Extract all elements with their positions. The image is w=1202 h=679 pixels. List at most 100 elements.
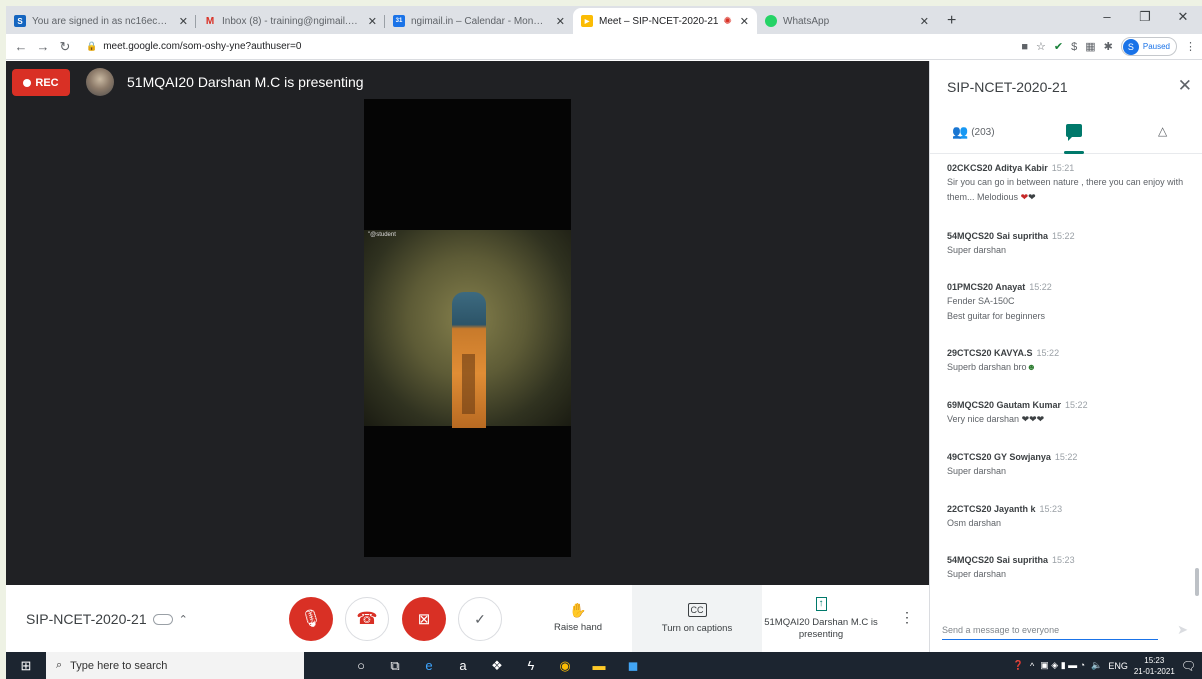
hand-icon: ✋ [569, 601, 587, 618]
maximize-button[interactable]: ❐ [1126, 6, 1164, 28]
minimize-button[interactable]: – [1088, 6, 1126, 28]
clock[interactable]: 15:23 21-01-2021 [1134, 655, 1175, 677]
chat-message: 54MQCS20 Sai supritha 15:22 Super darshan [947, 231, 1187, 258]
camera-off-button[interactable]: ⊠ [402, 597, 446, 641]
captions-button[interactable]: CC Turn on captions [632, 585, 762, 652]
send-icon[interactable]: ➤ [1177, 622, 1188, 638]
windows-start-icon[interactable]: ⊞ [6, 658, 46, 674]
message-sender: 54MQCS20 Sai supritha 15:22 [947, 231, 1075, 241]
lock-icon: 🔒 [86, 41, 98, 51]
edge-icon[interactable]: e [412, 652, 446, 679]
raise-hand-button[interactable]: ✋ Raise hand [534, 585, 622, 652]
file-explorer-icon[interactable]: ▬ [582, 652, 616, 679]
notifications-icon[interactable]: 🗨 [1181, 659, 1196, 673]
meeting-details[interactable]: SIP-NCET-2020-21 ⌃ [26, 611, 188, 627]
video-frame: "@student [364, 230, 571, 428]
chat-message: 29CTCS20 KAVYA.S 15:22 Superb darshan bro… [947, 348, 1187, 375]
chat-message: 22CTCS20 Jayanth k 15:23 Osm darshan [947, 504, 1187, 531]
chevron-up-icon: ⌃ [178, 613, 188, 626]
check-extension-icon[interactable]: ✔ [1054, 40, 1063, 53]
checkmark-button[interactable]: ✓ [458, 597, 502, 641]
message-text: Sir you can go in between nature , there… [947, 177, 1184, 202]
close-icon[interactable]: ✕ [920, 15, 929, 28]
language-indicator[interactable]: ENG [1108, 661, 1128, 671]
new-tab-button[interactable]: + [937, 8, 966, 34]
tab-gmail[interactable]: M Inbox (8) - training@ngimail.in - ✕ [196, 8, 385, 34]
check-icon: ✓ [474, 610, 486, 627]
tab-signed-in[interactable]: S You are signed in as nc16ec001 ✕ [6, 8, 196, 34]
tab-meet[interactable]: ▶ Meet – SIP-NCET-2020-21 ✺ ✕ [573, 8, 757, 34]
chat-messages: 02CKCS20 Aditya Kabir 15:21 Sir you can g… [930, 155, 1193, 600]
star-icon[interactable]: ☆ [1036, 40, 1046, 53]
chat-message: 01PMCS20 Anayat 15:22 Fender SA-150C Best… [947, 282, 1187, 324]
tab-calendar[interactable]: 31 ngimail.in – Calendar - Monday, ✕ [385, 8, 573, 34]
present-icon: ↑ [815, 596, 827, 611]
taskbar-search[interactable]: ⌕ Type here to search [46, 652, 304, 679]
tray-icons[interactable]: ▣ ◈ ▮ ▬ ◔ [1040, 660, 1085, 671]
back-button[interactable]: ← [10, 39, 32, 54]
close-icon[interactable]: ✕ [556, 15, 565, 28]
system-tray: ❓ ^ ▣ ◈ ▮ ▬ ◔ 🔈 ENG 15:23 21-01-2021 🗨 [1013, 652, 1202, 679]
tab-title: WhatsApp [783, 15, 830, 27]
cortana-icon[interactable]: ○ [344, 652, 378, 679]
close-icon[interactable]: ✕ [1178, 76, 1192, 96]
desktop: S You are signed in as nc16ec001 ✕ M Inb… [6, 6, 1202, 679]
chevron-up-icon[interactable]: ^ [1030, 661, 1034, 671]
close-icon[interactable]: ✕ [179, 15, 188, 28]
address-bar[interactable]: 🔒 meet.google.com/som-oshy-yne?authuser=… [86, 41, 301, 52]
profile-button[interactable]: S Paused [1120, 37, 1177, 56]
rec-label: REC [35, 76, 59, 89]
hangup-icon: ☎ [356, 609, 378, 628]
extension-icon[interactable]: $ [1071, 41, 1077, 53]
meeting-name: SIP-NCET-2020-21 [26, 611, 147, 627]
task-view-icon[interactable]: ⧉ [378, 652, 412, 679]
more-options-icon[interactable]: ⋮ [900, 609, 914, 626]
reload-button[interactable]: ↻ [54, 39, 76, 55]
tab-whatsapp[interactable]: WhatsApp ✕ [757, 8, 937, 34]
tab-chat[interactable] [1066, 124, 1082, 141]
chat-scrollbar[interactable] [1195, 568, 1199, 596]
outlook-icon[interactable]: ◼ [616, 652, 650, 679]
rec-badge: REC [12, 69, 70, 96]
message-time: 15:21 [1051, 163, 1075, 173]
message-text: Super darshan [947, 466, 1007, 476]
clock-date: 21-01-2021 [1133, 666, 1175, 676]
winamp-icon[interactable]: ϟ [514, 652, 548, 679]
recording-icon: ✺ [723, 15, 732, 27]
video-caption: "@student [368, 232, 396, 238]
presenting-button[interactable]: ↑ 51MQAI20 Darshan M.C is presenting [760, 585, 882, 652]
volume-icon[interactable]: 🔈 [1091, 660, 1102, 671]
leave-call-button[interactable]: ☎ [345, 597, 389, 641]
whatsapp-icon [765, 15, 777, 27]
tab-title: Meet – SIP-NCET-2020-21 [599, 15, 719, 27]
mic-off-button[interactable]: 🎙 [289, 597, 333, 641]
chat-compose-input[interactable]: Send a message to everyone [942, 620, 1158, 640]
dropbox-icon[interactable]: ❖ [480, 652, 514, 679]
tab-people[interactable]: 👥 (203) [952, 124, 995, 140]
chrome-icon[interactable]: ◉ [548, 652, 582, 679]
address-bar-row: ← → ↻ 🔒 meet.google.com/som-oshy-yne?aut… [6, 34, 1202, 60]
message-time: 15:22 [1029, 282, 1052, 292]
clock-time: 15:23 [1144, 655, 1165, 665]
amazon-icon[interactable]: a [446, 652, 480, 679]
forward-button[interactable]: → [32, 39, 54, 54]
close-icon[interactable]: ✕ [740, 15, 749, 28]
grid-extension-icon[interactable]: ▦ [1085, 40, 1095, 53]
s-icon: S [14, 15, 26, 27]
puzzle-icon[interactable]: ✱ [1104, 40, 1113, 53]
message-text: Fender SA-150C Best guitar for beginners [947, 296, 1046, 321]
message-sender: 29CTCS20 KAVYA.S 15:22 [947, 348, 1060, 358]
tab-activities[interactable]: △ [1158, 124, 1167, 138]
help-icon[interactable]: ❓ [1013, 660, 1024, 671]
chat-panel: SIP-NCET-2020-21 ✕ 👥 (203) △ 02CKCS20 Ad… [929, 61, 1202, 652]
shapes-icon: △ [1158, 124, 1168, 138]
close-icon[interactable]: ✕ [368, 15, 377, 28]
captions-label: Turn on captions [661, 622, 733, 634]
camera-icon[interactable]: ■ [1021, 41, 1028, 53]
menu-icon[interactable]: ⋮ [1185, 40, 1196, 53]
message-time: 15:23 [1039, 504, 1063, 514]
captions-chip-icon [152, 613, 173, 625]
message-sender: 02CKCS20 Aditya Kabir 15:21 [947, 163, 1075, 173]
cc-icon: CC [687, 602, 707, 617]
close-window-button[interactable]: ✕ [1164, 6, 1202, 28]
